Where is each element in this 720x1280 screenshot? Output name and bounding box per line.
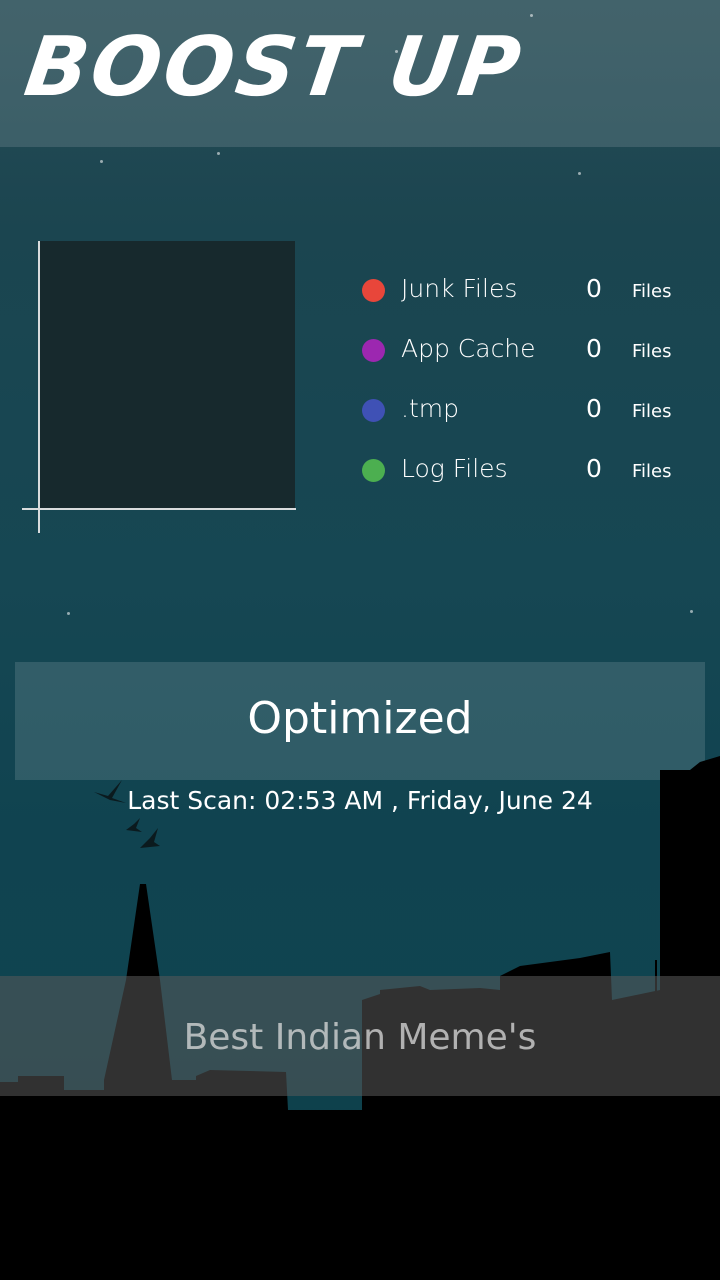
bird-icon <box>140 828 160 848</box>
bird-icon <box>94 780 126 803</box>
ad-banner[interactable]: Best Indian Meme's <box>0 976 720 1096</box>
ad-banner-text: Best Indian Meme's <box>183 1017 537 1058</box>
bird-icon <box>126 818 142 832</box>
